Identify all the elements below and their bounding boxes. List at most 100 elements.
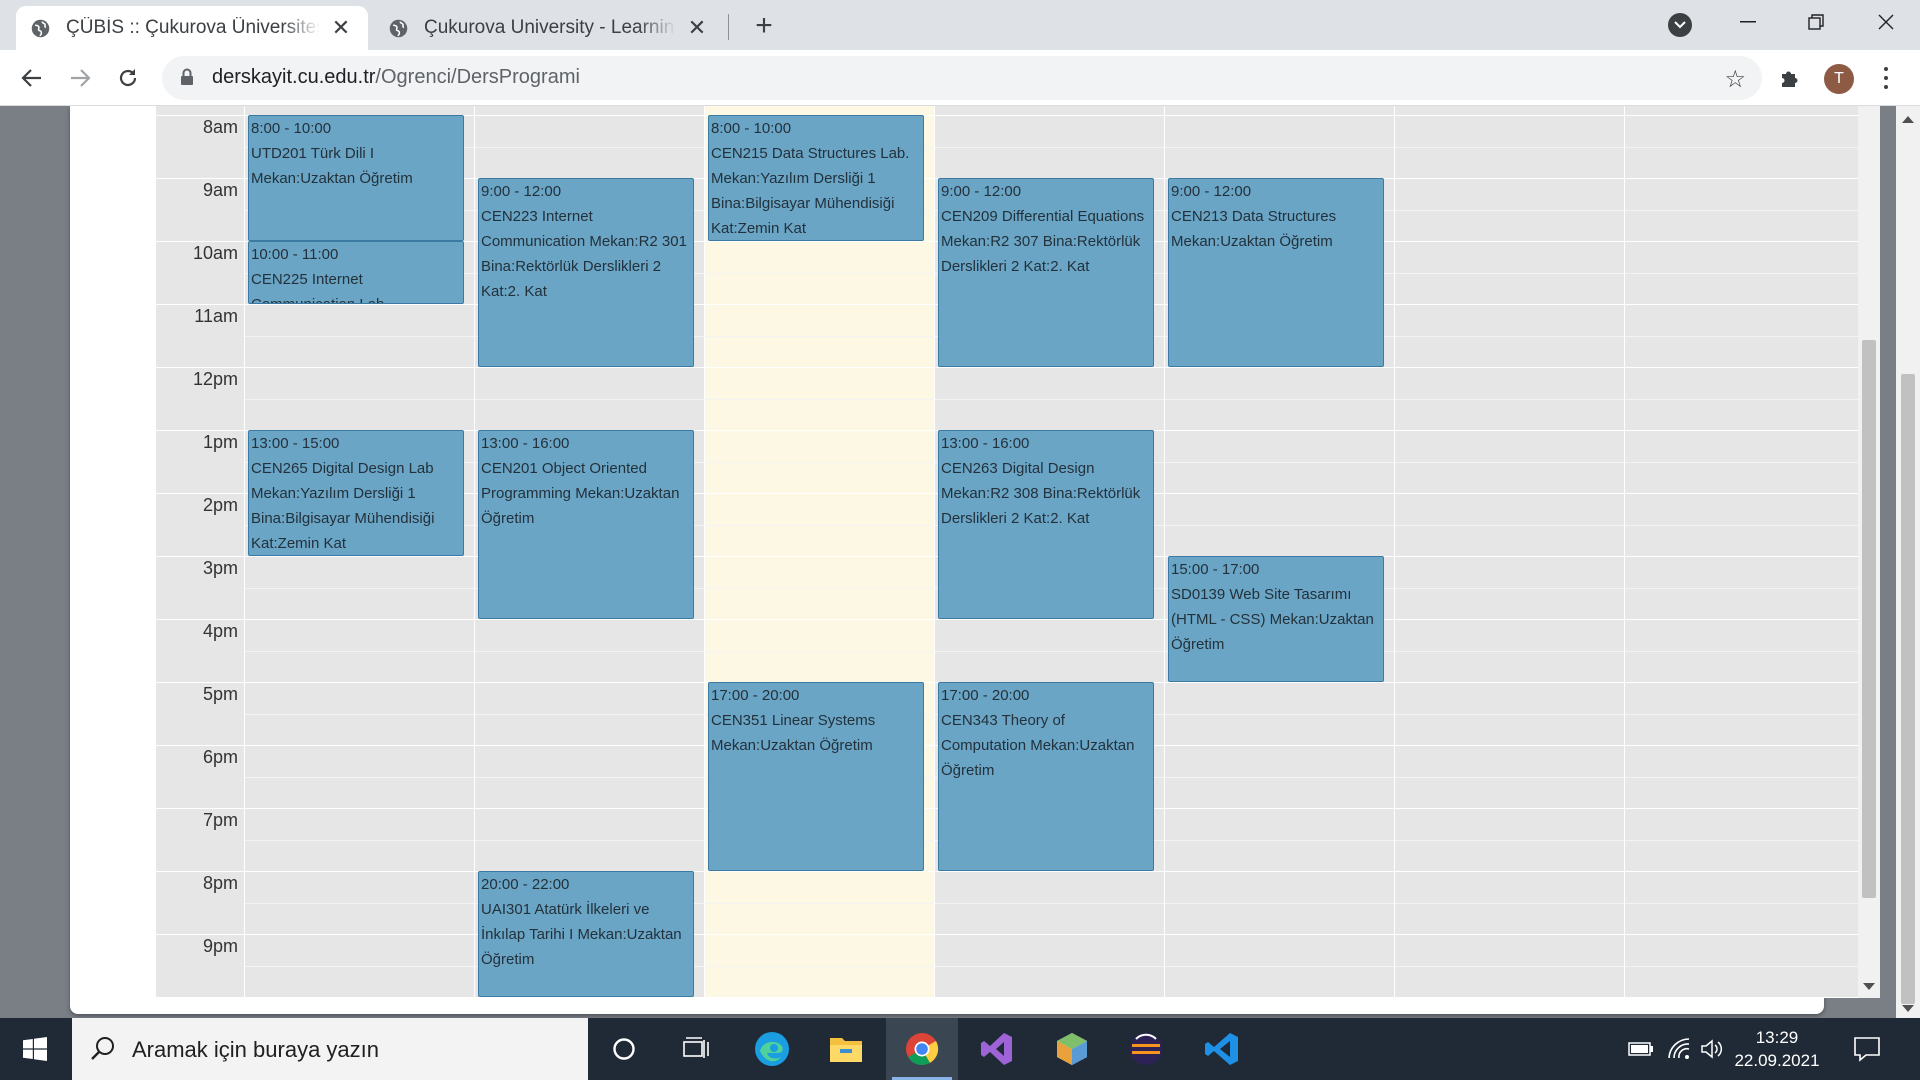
day-column-separator xyxy=(1394,106,1395,998)
event-time: 17:00 - 20:00 xyxy=(941,687,1030,704)
browser-tab-strip: ÇÜBİS :: Çukurova Üniversitesi Bilgi Sis… xyxy=(0,0,1920,50)
task-view-icon xyxy=(683,1037,709,1058)
day-column-separator xyxy=(244,106,245,998)
course-event[interactable]: 9:00 - 12:00 CEN209 Differential Equation… xyxy=(938,178,1154,367)
course-event[interactable]: 9:00 - 12:00 CEN213 Data Structures Mekan… xyxy=(1168,178,1384,367)
scroll-down-arrow-icon[interactable] xyxy=(1902,1005,1914,1012)
eclipse-icon xyxy=(1130,1033,1162,1065)
course-event[interactable]: 8:00 - 10:00 UTD201 Türk Dili I Mekan:Uza… xyxy=(248,115,464,241)
course-event[interactable]: 9:00 - 12:00 CEN223 Internet Communicatio… xyxy=(478,178,694,367)
course-event[interactable]: 20:00 - 22:00 UAI301 Atatürk İlkeleri ve … xyxy=(478,871,694,997)
calendar-scrollbar[interactable] xyxy=(1858,106,1880,998)
arrow-right-icon xyxy=(71,69,91,87)
tab-search-button[interactable] xyxy=(1668,13,1692,37)
course-event[interactable]: 13:00 - 16:00 CEN201 Object Oriented Prog… xyxy=(478,430,694,619)
close-tab-icon[interactable]: ✕ xyxy=(328,15,354,41)
windows-taskbar: Aramak için buraya yazın 13:29 22.09.202… xyxy=(0,1018,1920,1080)
arrow-left-icon xyxy=(21,69,41,87)
chrome-button[interactable] xyxy=(886,1018,958,1080)
event-time: 13:00 - 15:00 xyxy=(251,435,340,452)
course-event[interactable]: 10:00 - 11:00 CEN225 Internet Communicati… xyxy=(248,241,464,304)
time-label: 12pm xyxy=(192,369,238,389)
page-viewport: 8am 9am 10am 11am 12pm 1pm 2pm 3pm 4pm 5pm 6pm 7pm 8… xyxy=(0,106,1920,1018)
half-hour-grid-line xyxy=(244,146,1858,148)
course-event[interactable]: 13:00 - 16:00 CEN263 Digital Design Mekan… xyxy=(938,430,1154,619)
start-button[interactable] xyxy=(0,1018,70,1080)
day-column-separator xyxy=(934,106,935,998)
system-clock[interactable]: 13:29 22.09.2021 xyxy=(1722,1026,1832,1072)
reload-button[interactable] xyxy=(108,58,148,98)
notification-center-button[interactable] xyxy=(1852,1034,1882,1064)
bookmark-star-icon[interactable]: ☆ xyxy=(1724,65,1746,94)
minimize-icon xyxy=(1740,21,1756,23)
url-text: derskayit.cu.edu.tr/Ogrenci/DersProgrami xyxy=(212,66,580,89)
day-column-separator xyxy=(474,106,475,998)
edge-icon xyxy=(755,1032,789,1066)
time-label: 7pm xyxy=(202,810,238,830)
new-tab-button[interactable]: + xyxy=(748,9,780,42)
volume-icon[interactable] xyxy=(1700,1037,1724,1061)
scroll-down-arrow-icon[interactable] xyxy=(1863,983,1875,990)
course-event[interactable]: 17:00 - 20:00 CEN351 Linear Systems Mekan… xyxy=(708,682,924,871)
event-description: SD0139 Web Site Tasarımı (HTML - CSS) Me… xyxy=(1171,586,1374,653)
close-window-button[interactable] xyxy=(1852,0,1920,44)
tab-title: ÇÜBİS :: Çukurova Üniversitesi Bilgi Sis… xyxy=(66,17,320,38)
search-placeholder: Aramak için buraya yazın xyxy=(132,1037,379,1062)
event-time: 9:00 - 12:00 xyxy=(1171,183,1252,200)
chrome-icon xyxy=(906,1033,939,1066)
time-label: 9pm xyxy=(202,936,238,956)
profile-avatar[interactable]: T xyxy=(1824,64,1854,94)
half-hour-grid-line xyxy=(244,398,1858,400)
restore-button[interactable] xyxy=(1782,0,1850,44)
tab-separator xyxy=(728,14,729,40)
puzzle-icon xyxy=(1782,71,1798,87)
day-column-separator xyxy=(1164,106,1165,998)
edge-button[interactable] xyxy=(736,1018,808,1080)
event-description: UAI301 Atatürk İlkeleri ve İnkılap Tarih… xyxy=(481,901,682,968)
event-description: CEN343 Theory of Computation Mekan:Uzakt… xyxy=(941,712,1135,779)
browser-menu-button[interactable] xyxy=(1876,64,1896,92)
event-description: CEN265 Digital Design Lab Mekan:Yazılım … xyxy=(251,460,435,552)
time-label: 8pm xyxy=(202,873,238,893)
minimize-button[interactable] xyxy=(1714,0,1782,44)
extensions-button[interactable] xyxy=(1776,64,1804,92)
page-scroll-thumb[interactable] xyxy=(1901,374,1915,1004)
page-scrollbar[interactable] xyxy=(1896,106,1920,1018)
event-time: 20:00 - 22:00 xyxy=(481,876,570,893)
event-time: 9:00 - 12:00 xyxy=(941,183,1022,200)
eclipse-button[interactable] xyxy=(1110,1018,1182,1080)
file-explorer-button[interactable] xyxy=(810,1018,882,1080)
calendar-scroll-thumb[interactable] xyxy=(1862,340,1876,898)
forward-button[interactable] xyxy=(60,58,100,98)
tab-cubis[interactable]: ÇÜBİS :: Çukurova Üniversitesi Bilgi Sis… xyxy=(16,6,368,50)
time-label: 10am xyxy=(192,243,238,263)
event-time: 8:00 - 10:00 xyxy=(711,120,792,137)
course-event[interactable]: 8:00 - 10:00 CEN215 Data Structures Lab. … xyxy=(708,115,924,241)
course-event[interactable]: 13:00 - 15:00 CEN265 Digital Design Lab M… xyxy=(248,430,464,556)
time-label: 9am xyxy=(202,180,238,200)
box-app-button[interactable] xyxy=(1036,1018,1108,1080)
battery-icon[interactable] xyxy=(1628,1037,1654,1061)
vscode-button[interactable] xyxy=(1186,1018,1258,1080)
address-bar[interactable]: derskayit.cu.edu.tr/Ogrenci/DersProgrami… xyxy=(162,56,1762,100)
browser-toolbar: derskayit.cu.edu.tr/Ogrenci/DersProgrami… xyxy=(0,50,1920,106)
event-description: UTD201 Türk Dili I Mekan:Uzaktan Öğretim xyxy=(251,145,413,187)
url-host: derskayit.cu.edu.tr xyxy=(212,66,376,88)
event-time: 13:00 - 16:00 xyxy=(481,435,570,452)
back-button[interactable] xyxy=(12,58,52,98)
windows-logo-icon xyxy=(23,1037,47,1061)
close-tab-icon[interactable]: ✕ xyxy=(684,15,710,41)
cortana-button[interactable] xyxy=(588,1018,660,1080)
day-column-separator xyxy=(1624,106,1625,998)
close-icon xyxy=(1878,14,1894,30)
course-event[interactable]: 15:00 - 17:00 SD0139 Web Site Tasarımı (H… xyxy=(1168,556,1384,682)
hour-grid-line xyxy=(156,934,1858,935)
hour-grid-line xyxy=(156,871,1858,872)
taskbar-search-box[interactable]: Aramak için buraya yazın xyxy=(72,1018,588,1080)
wifi-icon[interactable] xyxy=(1666,1037,1692,1061)
course-event[interactable]: 17:00 - 20:00 CEN343 Theory of Computatio… xyxy=(938,682,1154,871)
task-view-button[interactable] xyxy=(660,1018,732,1080)
tab-learning[interactable]: Çukurova University - Learning & Teachin… xyxy=(374,6,724,50)
visual-studio-button[interactable] xyxy=(960,1018,1032,1080)
scroll-up-arrow-icon[interactable] xyxy=(1902,116,1914,123)
